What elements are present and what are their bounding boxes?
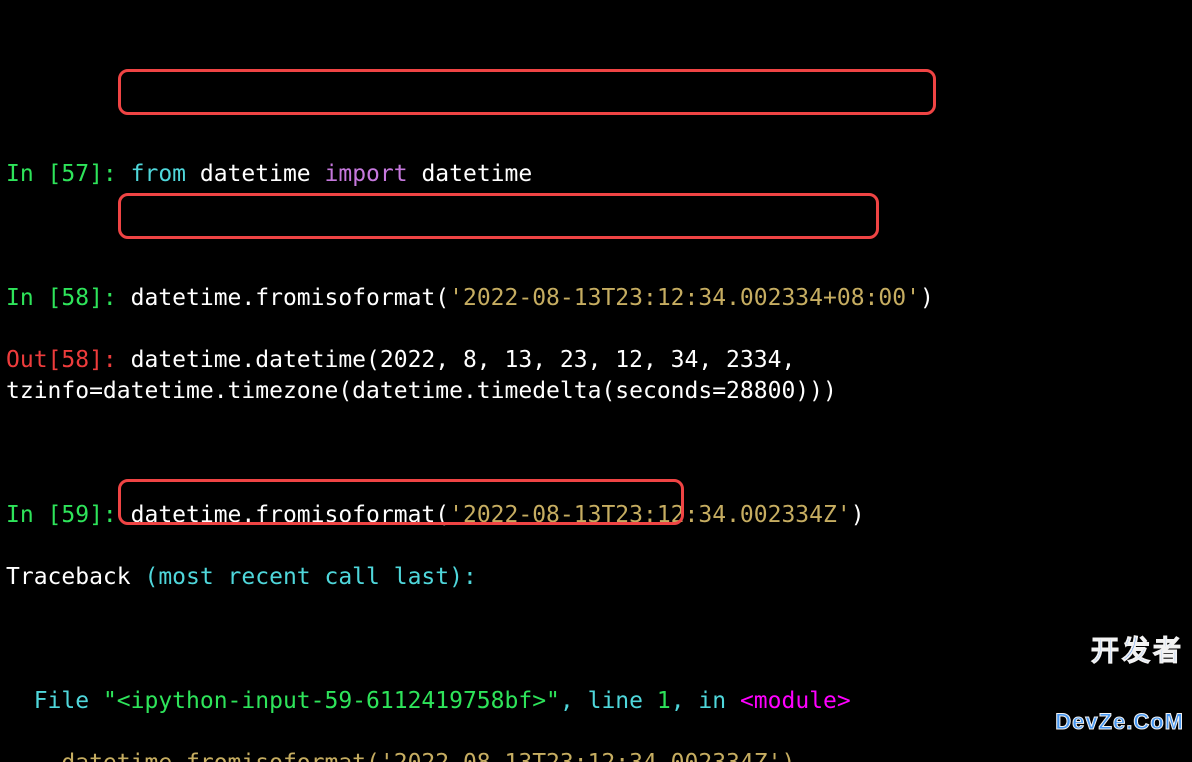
call: datetime.fromisoformat(: [131, 502, 450, 528]
watermark-top: 开发者: [1055, 637, 1184, 665]
watermark-bottom: DevZe.CoM: [1055, 711, 1184, 733]
kw-from: from: [131, 161, 186, 187]
string-arg: '2022-08-13T23:12:34.002334Z': [449, 502, 851, 528]
traceback-source-59: datetime.fromisoformat('2022-08-13T23:12…: [6, 748, 1186, 762]
watermark: 开发者 DevZe.CoM: [1055, 591, 1184, 756]
tb-indent: [6, 750, 61, 762]
cell-58-out: Out[58]: datetime.datetime(2022, 8, 13, …: [6, 345, 1186, 407]
close-paren: ): [920, 285, 934, 311]
traceback-frame-59: File "<ipython-input-59-6112419758bf>", …: [6, 686, 1186, 717]
tb-post: , in: [671, 688, 740, 714]
kw-import: import: [325, 161, 408, 187]
cell-58-in: In [58]: datetime.fromisoformat('2022-08…: [6, 283, 1186, 314]
tb-mid: , line: [560, 688, 657, 714]
tb-lineno: 1: [657, 688, 671, 714]
out-value: datetime.datetime(2022, 8, 13, 23, 12, 3…: [6, 347, 837, 404]
in-prompt: In [58]:: [6, 285, 131, 311]
out-prompt: Out[58]:: [6, 347, 131, 373]
tb-source: datetime.fromisoformat('2022-08-13T23:12…: [61, 750, 795, 762]
cell-59-in: In [59]: datetime.fromisoformat('2022-08…: [6, 500, 1186, 531]
tb-module: <module>: [740, 688, 851, 714]
blank-line: [6, 221, 1186, 252]
tb-head-2: (most recent call last):: [131, 564, 477, 590]
close-paren: ): [851, 502, 865, 528]
ipython-terminal[interactable]: In [57]: from datetime import datetime I…: [0, 124, 1192, 762]
blank-line: [6, 438, 1186, 469]
module-name: datetime: [186, 161, 324, 187]
call: datetime.fromisoformat(: [131, 285, 450, 311]
string-arg: '2022-08-13T23:12:34.002334+08:00': [449, 285, 920, 311]
in-prompt: In [57]:: [6, 161, 131, 187]
blank-line: [6, 624, 1186, 655]
highlight-box-1: [118, 69, 936, 115]
in-prompt: In [59]:: [6, 502, 131, 528]
cell-57: In [57]: from datetime import datetime: [6, 159, 1186, 190]
tb-head-1: Traceback: [6, 564, 131, 590]
traceback-header: Traceback (most recent call last):: [6, 562, 1186, 593]
import-target: datetime: [408, 161, 533, 187]
tb-file-pre: File: [6, 688, 103, 714]
tb-filename: "<ipython-input-59-6112419758bf>": [103, 688, 560, 714]
